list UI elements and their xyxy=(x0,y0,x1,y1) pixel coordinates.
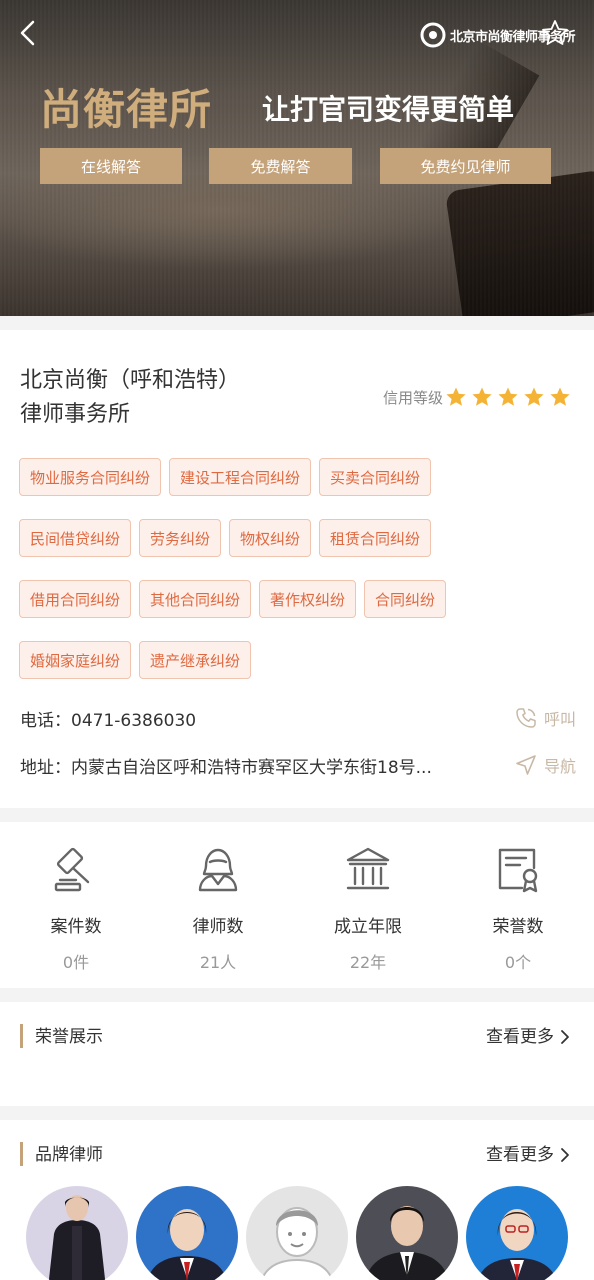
credit-rating: 信用等级 xyxy=(383,386,571,408)
stat-cases-label: 案件数 xyxy=(50,917,102,937)
banner-title: 尚衡律所 xyxy=(40,85,213,134)
call-button[interactable]: 呼叫 xyxy=(514,706,576,730)
see-more-label: 查看更多 xyxy=(486,1145,554,1165)
tag-sales-contract[interactable]: 买卖合同纠纷 xyxy=(319,458,432,496)
navigate-label: 导航 xyxy=(543,757,576,776)
tag-other-contract[interactable]: 其他合同纠纷 xyxy=(139,580,252,618)
tag-contract[interactable]: 合同纠纷 xyxy=(364,580,447,618)
lawyer-icon xyxy=(198,848,238,892)
tag-private-lending[interactable]: 民间借贷纠纷 xyxy=(19,519,132,557)
navigate-button[interactable]: 导航 xyxy=(514,753,576,777)
stats-card: 案件数 0件 律师数 21人 成立年限 22年 荣誉数 0个 xyxy=(0,822,594,988)
section-accent-bar xyxy=(20,1024,23,1048)
stat-cases: 案件数 0件 xyxy=(6,844,146,973)
tag-lease-contract[interactable]: 租赁合同纠纷 xyxy=(319,519,432,557)
practice-area-tags: 物业服务合同纠纷 建设工程合同纠纷 买卖合同纠纷 民间借贷纠纷 劳务纠纷 物权纠… xyxy=(19,458,579,702)
free-answer-button[interactable]: 免费解答 xyxy=(209,148,352,184)
address-text: 地址：内蒙古自治区呼和浩特市赛罕区大学东街18号... xyxy=(20,757,432,778)
lawyer-avatar[interactable] xyxy=(356,1186,458,1280)
star-icon xyxy=(472,387,492,406)
stat-honors-value: 0个 xyxy=(504,953,532,972)
lawyer-avatar[interactable] xyxy=(466,1186,568,1280)
stat-lawyers: 律师数 21人 xyxy=(148,844,288,973)
brand-lawyers-section: 品牌律师 查看更多 xyxy=(0,1120,594,1280)
firm-info-card: 北京尚衡（呼和浩特）律师事务所 信用等级 物业服务合同纠纷 建设工程合同纠纷 买… xyxy=(0,330,594,808)
tag-construction[interactable]: 建设工程合同纠纷 xyxy=(169,458,312,496)
lawyer-avatar[interactable] xyxy=(136,1186,238,1280)
credit-label: 信用等级 xyxy=(383,388,444,407)
honor-see-more-link[interactable]: 查看更多 xyxy=(486,1024,572,1050)
stat-lawyers-label: 律师数 xyxy=(192,917,244,937)
see-more-label: 查看更多 xyxy=(486,1027,554,1047)
rating-stars xyxy=(445,386,571,408)
chevron-right-icon xyxy=(561,1148,569,1162)
tag-loan-for-use[interactable]: 借用合同纠纷 xyxy=(19,580,132,618)
honor-section-title: 荣誉展示 xyxy=(35,1027,103,1047)
honor-section: 荣誉展示 查看更多 xyxy=(0,1002,594,1106)
lawyer-avatar-placeholder[interactable] xyxy=(246,1186,348,1280)
tag-marriage-family[interactable]: 婚姻家庭纠纷 xyxy=(19,641,132,679)
banner-slogan: 让打官司变得更简单 xyxy=(262,93,515,126)
section-accent-bar xyxy=(20,1142,23,1166)
stat-years-label: 成立年限 xyxy=(334,917,402,937)
certificate-icon xyxy=(498,848,538,893)
phone-icon xyxy=(516,708,536,728)
lawyers-section-header: 品牌律师 查看更多 xyxy=(0,1140,594,1170)
stat-honors: 荣誉数 0个 xyxy=(448,844,588,973)
lawyers-see-more-link[interactable]: 查看更多 xyxy=(486,1142,572,1168)
online-answer-button[interactable]: 在线解答 xyxy=(40,148,182,184)
honor-section-header: 荣誉展示 查看更多 xyxy=(0,1022,594,1052)
lawyers-section-title: 品牌律师 xyxy=(35,1145,103,1165)
phone-number: 电话：0471-6386030 xyxy=(20,710,197,731)
back-arrow-icon[interactable] xyxy=(14,18,44,48)
favorite-star-icon[interactable] xyxy=(540,18,570,48)
lawyer-avatar-list xyxy=(26,1186,568,1280)
stat-years-value: 22年 xyxy=(349,953,387,972)
firm-name: 北京尚衡（呼和浩特）律师事务所 xyxy=(20,368,241,427)
lawyer-avatar[interactable] xyxy=(26,1186,128,1280)
gavel-icon xyxy=(54,847,90,892)
star-icon xyxy=(524,387,544,406)
chevron-right-icon xyxy=(561,1030,569,1044)
header-banner: 北京市尚衡律师事务所 尚衡律所 让打官司变得更简单 在线解答 免费解答 免费约见… xyxy=(0,0,594,316)
navigation-icon xyxy=(516,755,536,775)
address-row: 地址：内蒙古自治区呼和浩特市赛罕区大学东街18号... 导航 xyxy=(20,750,576,780)
tag-property-rights[interactable]: 物权纠纷 xyxy=(229,519,312,557)
star-icon xyxy=(498,387,518,406)
tag-inheritance[interactable]: 遗产继承纠纷 xyxy=(139,641,252,679)
tag-labor[interactable]: 劳务纠纷 xyxy=(139,519,222,557)
phone-row: 电话：0471-6386030 呼叫 xyxy=(20,703,576,733)
free-appointment-button[interactable]: 免费约见律师 xyxy=(380,148,551,184)
stat-years: 成立年限 22年 xyxy=(298,844,438,973)
stat-lawyers-value: 21人 xyxy=(199,953,237,972)
stat-cases-value: 0件 xyxy=(62,953,90,972)
tag-property-service[interactable]: 物业服务合同纠纷 xyxy=(19,458,162,496)
star-icon xyxy=(550,387,570,406)
logo-mark-icon xyxy=(420,22,446,48)
stat-honors-label: 荣誉数 xyxy=(492,917,544,937)
star-icon xyxy=(446,387,466,406)
tag-copyright[interactable]: 著作权纠纷 xyxy=(259,580,357,618)
call-label: 呼叫 xyxy=(543,710,576,729)
courthouse-icon xyxy=(346,847,390,890)
